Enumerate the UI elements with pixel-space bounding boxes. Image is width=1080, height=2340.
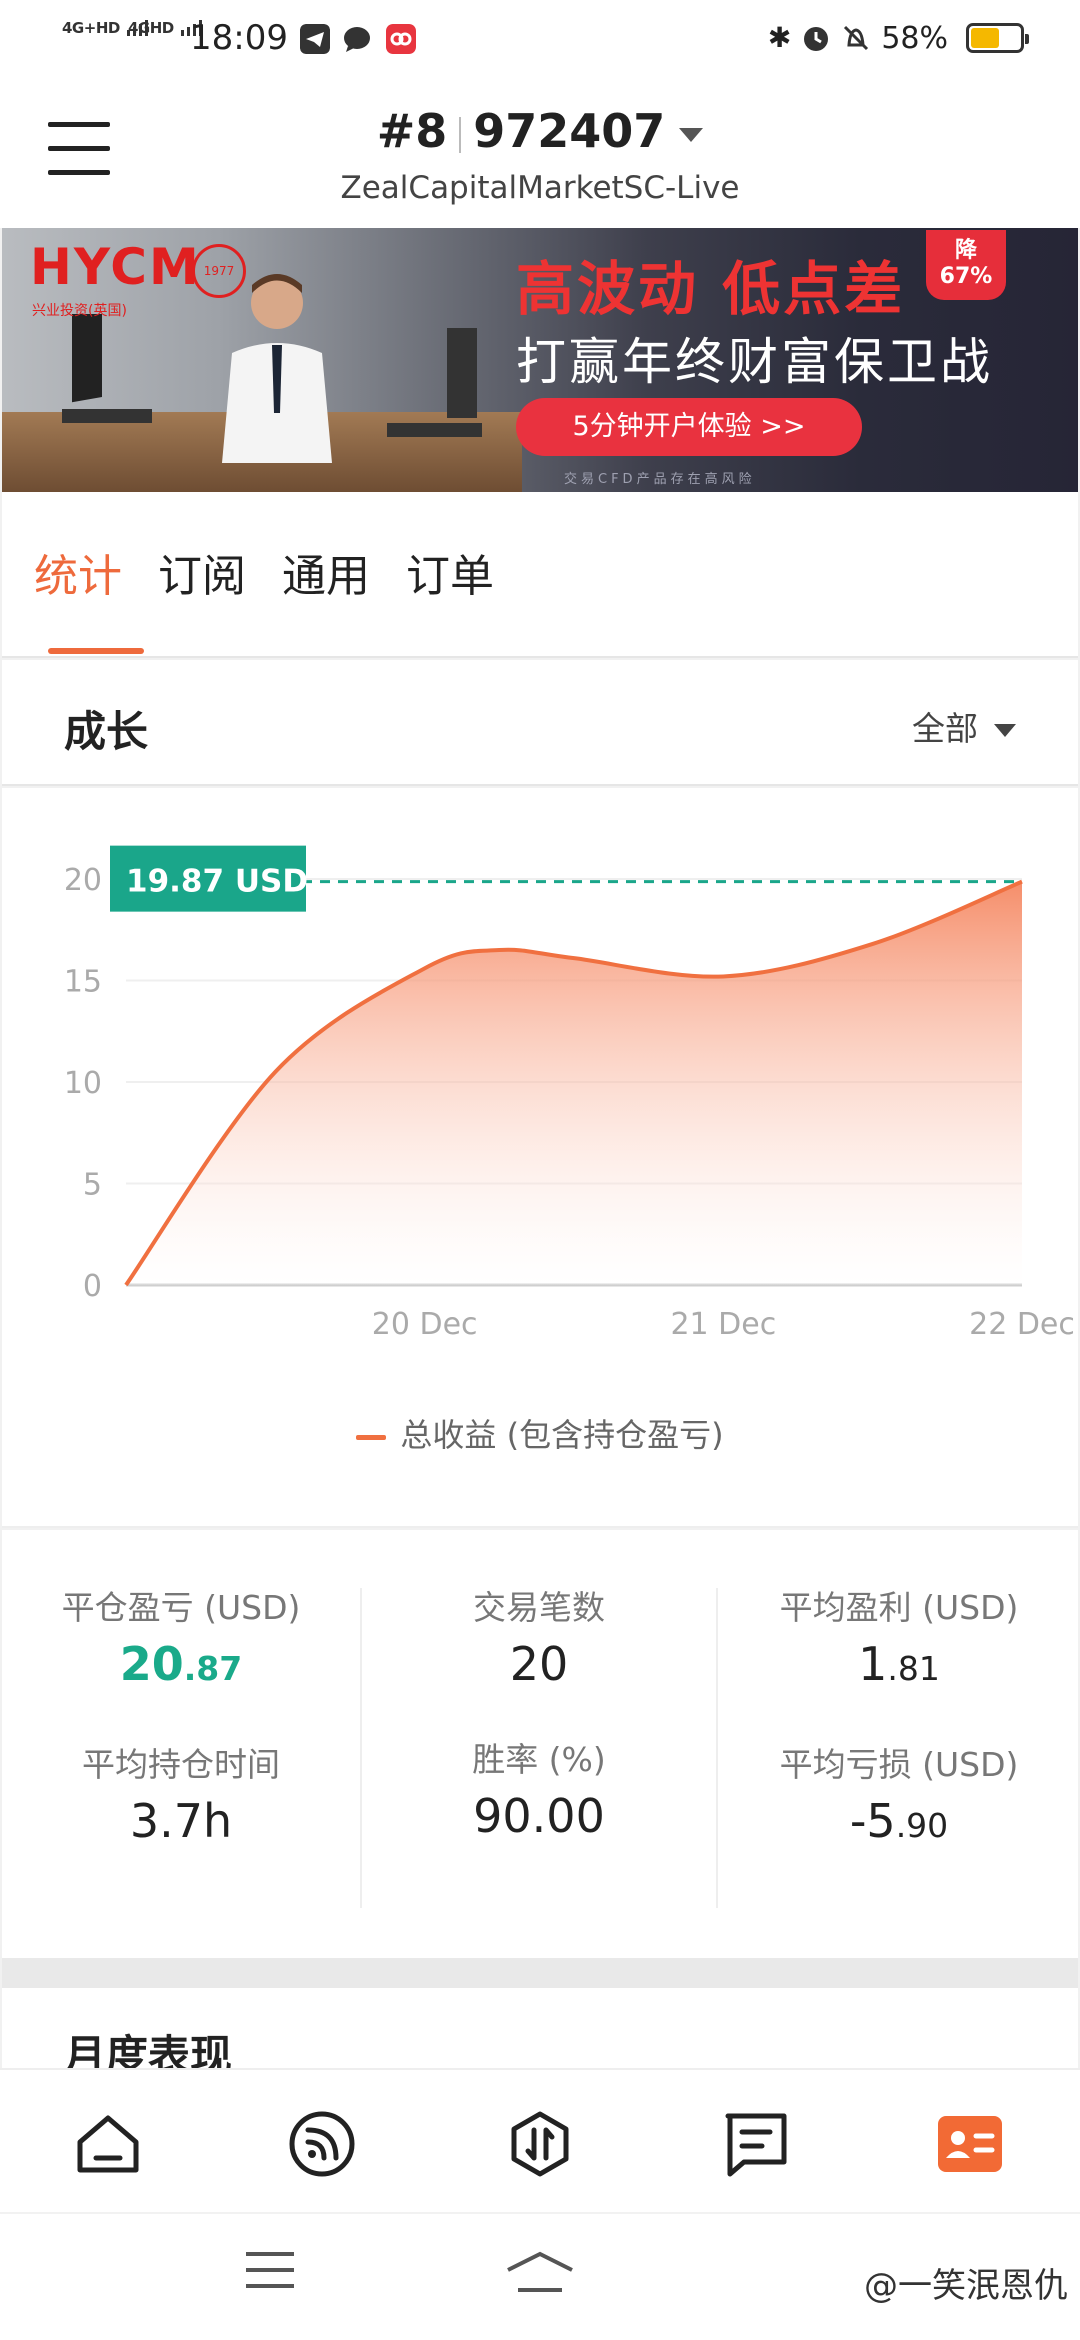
system-home-icon[interactable] [504, 2250, 576, 2294]
telegram-icon [300, 24, 330, 54]
signal-feed-icon [289, 2111, 355, 2177]
x-tick-label: 22 Dec [969, 1307, 1075, 1342]
status-bar: 4G+HD 4GHD 18:09 ✱ 58% [0, 0, 1080, 84]
nav-home[interactable] [72, 2108, 144, 2180]
laptop-image [387, 328, 482, 437]
bottom-nav [0, 2068, 1080, 2212]
stats-column-1: 平仓盈亏 (USD) 20.87 平均持仓时间 3.7h [2, 1588, 360, 1908]
status-right: ✱ 58% [767, 18, 1029, 58]
trade-count-label: 交易笔数 [473, 1588, 605, 1627]
banner-disclaimer: 交易CFD产品存在高风险 [564, 472, 756, 487]
watermark: @一笑泯恩仇 [864, 2266, 1068, 2306]
tab-general[interactable]: 通用 [282, 540, 370, 604]
message-icon [725, 2113, 787, 2177]
stats-panel: 平仓盈亏 (USD) 20.87 平均持仓时间 3.7h 交易笔数 20 胜率 … [2, 1530, 1078, 1958]
stats-column-3: 平均盈利 (USD) 1.81 平均亏损 (USD) -5.90 [720, 1588, 1078, 1908]
win-rate-value: 90.00 [473, 1789, 605, 1843]
nav-signals[interactable] [286, 2108, 358, 2180]
avg-loss-value: -5.90 [849, 1794, 949, 1848]
chevron-down-icon [994, 724, 1016, 737]
trade-count-value: 20 [509, 1637, 569, 1691]
battery-percent: 58% [881, 20, 948, 56]
y-tick-label: 10 [64, 1066, 102, 1101]
legend-swatch [356, 1434, 387, 1440]
system-nav-bar: @一笑泯恩仇 [0, 2212, 1080, 2340]
legend-label: 总收益 (包含持仓盈亏) [400, 1416, 724, 1454]
clock: 18:09 [190, 18, 288, 58]
trade-icon [511, 2111, 569, 2177]
monthly-performance-section: 月度表现 [2, 1988, 1078, 2068]
y-tick-label: 15 [64, 965, 102, 1000]
section-title: 月度表现 [64, 2031, 233, 2068]
closed-pnl-label: 平仓盈亏 (USD) [61, 1588, 301, 1627]
avg-hold-label: 平均持仓时间 [82, 1745, 280, 1784]
y-tick-label: 0 [83, 1269, 102, 1304]
avg-hold-value: 3.7h [129, 1794, 233, 1848]
win-rate-label: 胜率 (%) [472, 1740, 606, 1779]
nav-profile[interactable] [934, 2108, 1006, 2180]
current-value-label: 19.87 USD [126, 864, 308, 900]
banner-cta-button[interactable]: 5分钟开户体验 >> [516, 398, 862, 456]
profile-card-icon [938, 2116, 1002, 2172]
avg-profit-label: 平均盈利 (USD) [779, 1588, 1019, 1627]
stats-column-2: 交易笔数 20 胜率 (%) 90.00 [360, 1588, 718, 1908]
banner-brand-sub: 兴业投资(英国) [32, 303, 127, 319]
bluetooth-icon: ✱ [767, 21, 792, 54]
account-index: #8 [376, 104, 448, 158]
section-gap [2, 1958, 1078, 1988]
server-name: ZealCapitalMarketSC-Live [340, 170, 740, 206]
growth-header: 成长 全部 [2, 660, 1078, 786]
avg-profit-value: 1.81 [858, 1637, 940, 1691]
banner-seal: 1977 [192, 244, 246, 298]
battery-fill [971, 28, 999, 48]
tab-subscribe[interactable]: 订阅 [158, 540, 246, 604]
account-number: 972407 [473, 104, 666, 158]
y-tick-label: 20 [64, 863, 102, 898]
battery-icon [966, 23, 1029, 53]
banner-brand: HYCM [30, 238, 201, 296]
tab-bar: 统计 订阅 通用 订单 [2, 492, 1078, 658]
app-header: #8 972407 ZealCapitalMarketSC-Live [0, 84, 1080, 228]
growth-chart-svg: 19.87 USD 0 5 10 15 20 20 Dec 21 Dec 22 Dec [64, 845, 1075, 1342]
alarm-icon [804, 27, 829, 51]
banner-discount-badge: 降 67% [926, 230, 1006, 300]
account-selector[interactable]: #8 972407 [0, 104, 1080, 158]
tab-orders[interactable]: 订单 [406, 540, 494, 604]
chart-legend: 总收益 (包含持仓盈亏) [2, 1410, 1078, 1456]
nav-messages[interactable] [720, 2108, 792, 2180]
section-title: 成长 [64, 707, 149, 756]
banner-headline: 高波动 低点差 [516, 255, 906, 323]
current-value-tag: 19.87 USD [110, 845, 308, 912]
avg-loss-label: 平均亏损 (USD) [779, 1745, 1019, 1784]
system-menu-icon[interactable] [244, 2250, 296, 2290]
x-tick-label: 21 Dec [670, 1307, 776, 1342]
y-tick-label: 5 [83, 1168, 102, 1203]
range-dropdown[interactable]: 全部 [912, 702, 1016, 750]
series-area [126, 881, 1022, 1285]
growth-chart: 19.87 USD 0 5 10 15 20 20 Dec 21 Dec 22 Dec 总收… [2, 788, 1078, 1528]
app-icon [386, 24, 416, 54]
laptop-image [62, 314, 152, 423]
tab-statistics[interactable]: 统计 [34, 540, 122, 604]
chat-bubble-icon [344, 27, 370, 52]
banner-subline: 打赢年终财富保卫战 [516, 333, 993, 391]
nav-trade[interactable] [504, 2108, 576, 2180]
chevron-down-icon [679, 127, 704, 142]
mute-icon [844, 25, 869, 51]
x-tick-label: 20 Dec [372, 1307, 478, 1342]
active-tab-indicator [48, 648, 144, 654]
ad-banner[interactable]: HYCM 兴业投资(英国) 1977 高波动 低点差 打赢年终财富保卫战 降 67… [2, 228, 1078, 492]
closed-pnl-value: 20.87 [119, 1637, 243, 1691]
home-icon [77, 2115, 139, 2173]
